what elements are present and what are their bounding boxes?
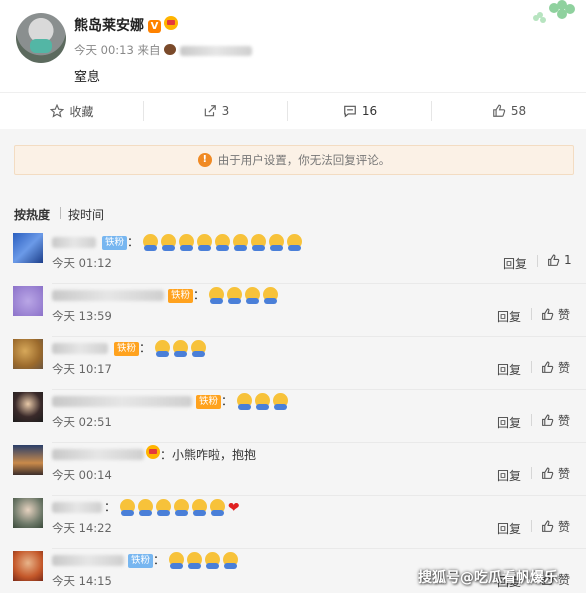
star-icon	[50, 104, 65, 118]
comment-content: 铁粉：	[126, 551, 241, 569]
comment-like-button[interactable]: 赞	[541, 412, 570, 429]
like-icon	[542, 414, 554, 426]
author-avatar[interactable]	[16, 13, 66, 63]
comment-item: ：小熊咋啦，抱抱 今天 00:14 回复 赞	[0, 443, 586, 496]
comment-like-button[interactable]: 赞	[541, 465, 570, 482]
sort-by-time-tab[interactable]: 按时间	[68, 206, 104, 223]
comment-time: 今天 02:51	[52, 415, 112, 429]
hug-emoji-icon	[119, 499, 228, 516]
comment-content: 铁粉：	[166, 286, 281, 304]
bear-icon	[164, 44, 177, 55]
like-icon	[542, 308, 554, 320]
emoji-icon	[168, 552, 241, 569]
comment-like-button[interactable]: 赞	[541, 359, 570, 376]
comment-item: 铁粉： 今天 02:51 回复 赞	[0, 390, 586, 443]
commenter-avatar[interactable]	[13, 445, 43, 475]
commenter-avatar[interactable]	[13, 551, 43, 581]
post-meta: 今天 00:13 来自	[74, 42, 252, 58]
comment-like-button[interactable]: 赞	[541, 518, 570, 535]
reply-button[interactable]: 回复	[497, 308, 521, 325]
comment-item: 铁粉： 今天 13:59 回复 赞	[0, 284, 586, 337]
share-icon	[204, 105, 216, 117]
reply-restriction-notice: ! 由于用户设置，你无法回复评论。	[14, 145, 574, 175]
comment-content: 铁粉：	[112, 339, 209, 357]
commenter-avatar[interactable]	[13, 233, 43, 263]
sort-divider	[60, 207, 61, 219]
comment-content: ： ❤	[104, 499, 240, 516]
member-crown-icon	[146, 445, 160, 459]
comment-item: 铁粉： 今天 10:17 回复 赞	[0, 337, 586, 390]
like-button[interactable]: 58	[432, 93, 586, 129]
like-icon	[542, 467, 554, 479]
sort-by-hot-tab[interactable]: 按热度	[14, 206, 50, 223]
like-icon	[548, 254, 560, 266]
source-device-blurred	[179, 45, 252, 56]
action-bar: 收藏 3 16 58	[0, 92, 586, 130]
commenter-name-blurred[interactable]	[52, 498, 102, 514]
source-prefix: 来自	[137, 43, 161, 57]
hug-emoji-icon	[142, 234, 305, 251]
comment-time: 今天 00:14	[52, 468, 112, 482]
commenter-name-blurred[interactable]	[52, 233, 96, 249]
comment-content: ：小熊咋啦，抱抱	[146, 445, 256, 463]
favorite-button[interactable]: 收藏	[0, 93, 144, 129]
reply-button[interactable]: 回复	[497, 520, 521, 537]
commenter-avatar[interactable]	[13, 339, 43, 369]
hug-emoji-icon	[154, 340, 209, 357]
comment-time: 今天 10:17	[52, 362, 112, 376]
comment-item: ： ❤ 今天 14:22 回复 赞	[0, 496, 586, 549]
fan-badge: 铁粉	[128, 554, 154, 568]
comment-time: 今天 14:22	[52, 521, 112, 535]
heart-icon: ❤	[227, 500, 240, 516]
commenter-name-blurred[interactable]	[52, 445, 144, 461]
comment-time: 今天 13:59	[52, 309, 112, 323]
commenter-name-blurred[interactable]	[52, 392, 192, 408]
commenter-name-blurred[interactable]	[52, 286, 164, 302]
reply-button[interactable]: 回复	[497, 414, 521, 431]
share-button[interactable]: 3	[144, 93, 288, 129]
like-icon	[542, 520, 554, 532]
commenter-avatar[interactable]	[13, 392, 43, 422]
comment-time: 今天 01:12	[52, 256, 112, 270]
warning-icon: !	[197, 153, 212, 167]
reply-button[interactable]: 回复	[497, 361, 521, 378]
comment-content: 铁粉：	[194, 392, 291, 410]
comment-content: 铁粉：	[100, 233, 305, 251]
clover-decoration-icon	[533, 0, 575, 23]
comment-item: 铁粉： 今天 01:12 回复 1	[0, 231, 586, 284]
comment-button[interactable]: 16	[288, 93, 432, 129]
comment-like-button[interactable]: 1	[547, 253, 572, 267]
reply-button[interactable]: 回复	[503, 255, 527, 272]
comment-time: 今天 14:15	[52, 574, 112, 588]
verified-badge: V	[148, 20, 161, 33]
comment-icon	[344, 105, 356, 118]
author-name[interactable]: 熊岛莱安娜 V	[74, 15, 178, 35]
like-icon	[542, 361, 554, 373]
commenter-avatar[interactable]	[13, 498, 43, 528]
watermark: 搜狐号@吃瓜看帆爆乐	[418, 570, 558, 586]
like-icon	[493, 104, 506, 117]
hug-emoji-icon	[208, 287, 281, 304]
reply-button[interactable]: 回复	[497, 467, 521, 484]
comment-like-button[interactable]: 赞	[541, 306, 570, 323]
commenter-name-blurred[interactable]	[52, 551, 124, 567]
commenter-name-blurred[interactable]	[52, 339, 108, 355]
fan-badge: 铁粉	[196, 395, 222, 409]
member-crown-icon	[164, 16, 178, 30]
fan-badge: 铁粉	[102, 236, 128, 250]
hug-emoji-icon	[236, 393, 291, 410]
fan-badge: 铁粉	[168, 289, 194, 303]
post-time: 今天 00:13	[74, 43, 134, 57]
post-text: 窒息	[74, 70, 101, 85]
commenter-avatar[interactable]	[13, 286, 43, 316]
fan-badge: 铁粉	[114, 342, 140, 356]
